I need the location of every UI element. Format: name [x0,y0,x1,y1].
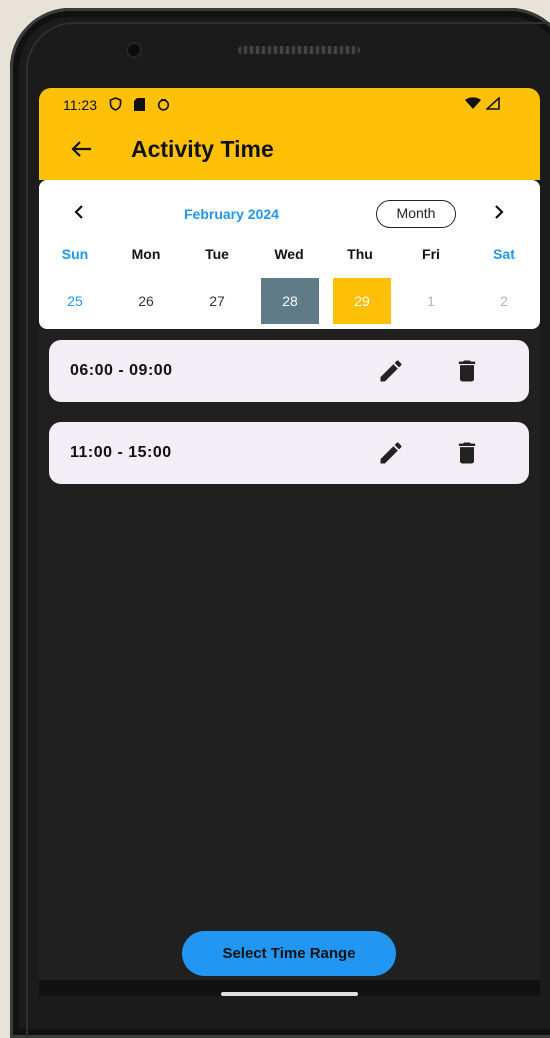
home-indicator[interactable] [221,992,358,996]
chevron-right-icon [495,205,504,219]
pencil-icon [380,360,402,382]
weekday-fri: Fri [422,246,440,262]
front-camera [128,44,140,56]
weekday-row: Sun Mon Tue Wed Thu Fri Sat [39,246,540,266]
weekday-wed: Wed [274,246,304,262]
shield-icon [109,97,122,113]
circle-icon [157,98,170,113]
time-slot-card[interactable]: 11:00 - 15:00 [49,422,529,484]
time-slot-range: 11:00 - 15:00 [70,444,172,461]
pencil-icon [380,442,402,464]
delete-slot-button[interactable] [453,439,481,467]
weekday-sun: Sun [61,246,89,262]
trash-icon [458,360,476,382]
date-cell[interactable]: 1 [402,278,460,324]
weekday-mon: Mon [131,246,161,262]
date-cell[interactable]: 2 [475,278,533,324]
date-cell[interactable]: 27 [188,278,246,324]
back-button[interactable] [65,133,97,165]
edit-slot-button[interactable] [377,357,405,385]
earpiece-speaker [238,46,360,54]
next-month-button[interactable] [486,200,512,226]
status-bar: 11:23 [63,95,500,115]
page-title: Activity Time [131,135,274,162]
arrow-left-icon [71,141,91,157]
calendar-header: February 2024 Month [39,196,540,230]
chevron-left-icon [74,205,83,219]
date-row: 25 26 27 28 29 1 2 [39,278,540,324]
status-time: 11:23 [63,97,97,113]
view-format-toggle[interactable]: Month [376,200,456,228]
date-cell[interactable]: 25 [46,278,104,324]
time-slot-card[interactable]: 06:00 - 09:00 [49,340,529,402]
title-row: Activity Time [65,133,274,165]
wifi-icon [465,97,482,109]
status-right-icons [464,96,500,113]
trash-icon [458,442,476,464]
select-time-range-button[interactable]: Select Time Range [182,931,396,976]
weekday-tue: Tue [205,246,229,262]
weekday-sat: Sat [493,246,515,262]
signal-icon [484,96,500,110]
prev-month-button[interactable] [66,200,92,226]
edit-slot-button[interactable] [377,439,405,467]
phone-screen: 11:23 Activity Time February 2024 Month … [39,88,540,996]
sd-card-icon [134,97,145,113]
time-slot-range: 06:00 - 09:00 [70,362,173,379]
app-bar: 11:23 Activity Time [39,88,540,180]
month-label[interactable]: February 2024 [184,206,279,222]
calendar-card: February 2024 Month Sun Mon Tue Wed Thu … [39,180,540,329]
delete-slot-button[interactable] [453,357,481,385]
date-cell-selected[interactable]: 28 [261,278,319,324]
weekday-thu: Thu [347,246,373,262]
date-cell-today[interactable]: 29 [333,278,391,324]
date-cell[interactable]: 26 [117,278,175,324]
